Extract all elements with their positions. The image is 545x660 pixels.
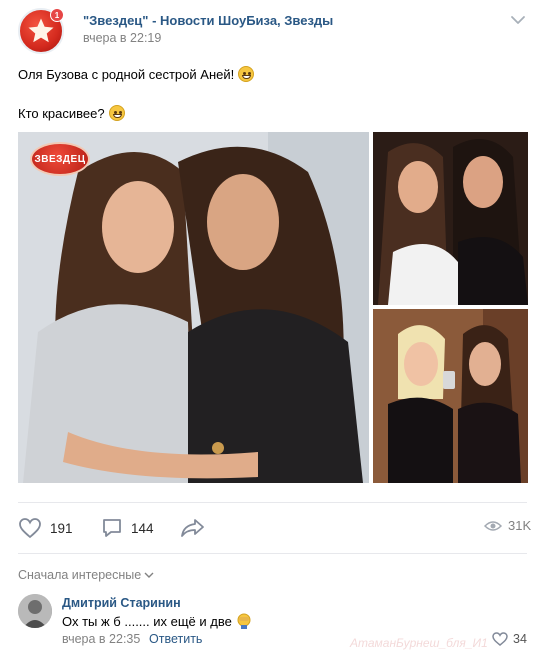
comment-text: Ох ты ж б ....... их ещё и две [62, 613, 232, 629]
photo-bottom-right[interactable] [373, 309, 528, 483]
grinning-emoji-icon [238, 66, 255, 82]
heart-icon [492, 632, 508, 646]
eye-icon [484, 520, 502, 531]
views-counter: 31K [484, 518, 531, 533]
watermark: АтаманБурнеш_бля_И1 [350, 636, 488, 650]
comment-time[interactable]: вчера в 22:35 [62, 632, 140, 646]
comments-sort-dropdown[interactable]: Сначала интересные [18, 568, 154, 582]
comment-count: 144 [131, 520, 154, 536]
heart-icon [19, 518, 41, 539]
comment-like-button[interactable]: 34 [492, 632, 527, 646]
post-text-line-2: Кто красивее? [18, 105, 125, 121]
commenter-avatar-image [18, 594, 52, 628]
views-count: 31K [508, 518, 532, 533]
chevron-down-icon [144, 572, 154, 578]
sweat-smile-emoji-icon [108, 105, 125, 121]
post-card: 1 "Звездец" - Новости ШоуБиза, Звезды вч… [0, 0, 545, 660]
post-text-line-1: Оля Бузова с родной сестрой Аней! [18, 66, 255, 82]
reply-link[interactable]: Ответить [149, 632, 202, 646]
comment-icon [103, 519, 121, 537]
comment-button[interactable]: 144 [101, 517, 154, 539]
share-button[interactable] [180, 517, 214, 539]
chevron-down-icon[interactable] [510, 14, 526, 26]
photo-top-right-image [373, 132, 528, 305]
post-text-2: Кто красивее? [18, 105, 105, 121]
share-icon [181, 519, 204, 537]
like-count: 191 [50, 520, 73, 536]
sort-label: Сначала интересные [18, 568, 142, 582]
community-avatar[interactable]: 1 [18, 8, 66, 56]
comment-author[interactable]: Дмитрий Старинин [62, 596, 181, 610]
photo-bottom-right-image [373, 309, 528, 483]
divider [18, 502, 527, 503]
photo-main[interactable]: ЗВЕЗДЕЦ [18, 132, 369, 483]
commenter-avatar[interactable] [18, 594, 52, 628]
photo-top-right[interactable] [373, 132, 528, 305]
facepalm-emoji-icon [237, 613, 251, 629]
comment-like-count: 34 [513, 632, 527, 646]
notification-badge: 1 [50, 8, 64, 22]
post-text-1: Оля Бузова с родной сестрой Аней! [18, 66, 235, 82]
comment-text-row: Ох ты ж б ....... их ещё и две [62, 613, 252, 629]
post-time[interactable]: вчера в 22:19 [83, 31, 161, 45]
photo-main-image [18, 132, 369, 483]
photo-logo-badge: ЗВЕЗДЕЦ [30, 142, 90, 176]
post-author[interactable]: "Звездец" - Новости ШоуБиза, Звезды [83, 13, 333, 28]
divider [18, 553, 527, 554]
like-button[interactable]: 191 [18, 517, 73, 539]
